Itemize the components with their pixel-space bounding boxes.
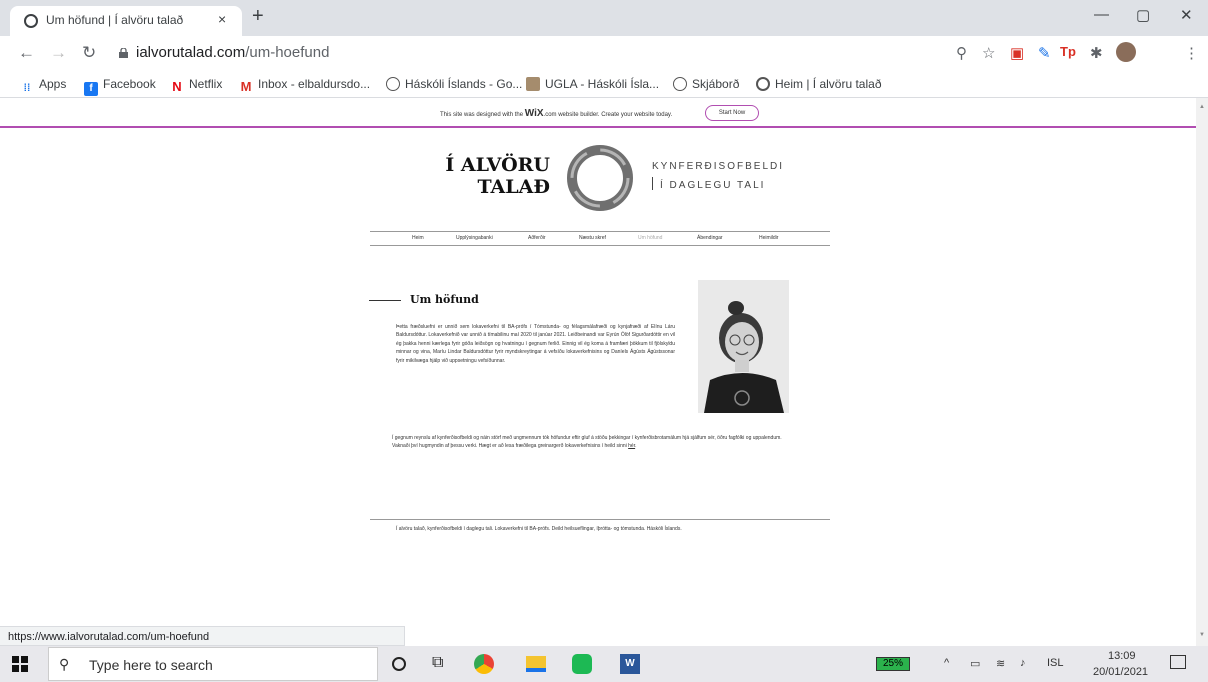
bookmark-haskoli[interactable]: Háskóli Íslands - Go...	[386, 77, 522, 91]
logo-ring-icon[interactable]	[565, 142, 635, 214]
footer-divider	[370, 519, 830, 520]
extension-record-icon[interactable]: ▣	[1010, 44, 1024, 62]
clock-time[interactable]: 13:09	[1108, 650, 1136, 662]
clock-date[interactable]: 20/01/2021	[1093, 666, 1148, 678]
volume-icon[interactable]: ♪	[1020, 657, 1026, 669]
globe-icon	[386, 77, 400, 91]
wix-banner-text: This site was designed with the WiX.com …	[440, 108, 673, 119]
zoom-icon[interactable]: ⚲	[956, 44, 967, 62]
bookmark-skjabord[interactable]: Skjáborð	[673, 77, 739, 91]
back-icon[interactable]: ←	[18, 43, 35, 63]
bookmark-heim[interactable]: Heim | Í alvöru talað	[756, 77, 882, 91]
author-photo	[698, 280, 789, 413]
logo-tagline: KYNFERÐISOFBELDI Í DAGLEGU TALI	[652, 161, 785, 191]
apps-grid-icon: ⁞⁞	[23, 83, 31, 94]
nav-item-um-hofund[interactable]: Um höfund	[638, 235, 662, 241]
nav-item-heimildir[interactable]: Heimildir	[759, 235, 778, 241]
word-icon[interactable]: W	[620, 654, 640, 674]
chrome-icon[interactable]	[474, 654, 494, 674]
site-logo-text[interactable]: Í ALVÖRU TALAÐ	[428, 154, 550, 198]
search-icon: ⚲	[59, 656, 70, 672]
profile-avatar[interactable]	[1116, 42, 1136, 62]
minimize-button[interactable]: —	[1094, 6, 1109, 23]
battery-indicator[interactable]: 25%	[876, 657, 910, 671]
url-domain: ialvorutalad.com	[136, 44, 246, 61]
page-viewport: This site was designed with the WiX.com …	[0, 98, 1196, 628]
notifications-icon[interactable]	[1170, 655, 1186, 669]
star-icon[interactable]: ☆	[982, 44, 995, 62]
wifi-icon[interactable]: ≋	[996, 657, 1005, 670]
tray-display-icon[interactable]: ▭	[970, 657, 980, 670]
tab-close-icon[interactable]: ×	[218, 11, 226, 27]
lock-icon[interactable]	[119, 48, 128, 58]
bookmark-inbox[interactable]: M Inbox - elbaldursdo...	[239, 77, 371, 94]
restore-button[interactable]: ▢	[1136, 6, 1150, 24]
windows-taskbar: ⚲ Type here to search ⧉ W 25% ^ ▭ ≋ ♪ IS…	[0, 646, 1208, 682]
about-paragraph: Þetta fræðsluefni er unnið sem lokaverke…	[396, 324, 675, 364]
status-url-bar: https://www.ialvorutalad.com/um-hoefund	[0, 626, 405, 646]
task-view-icon[interactable]: ⧉	[432, 654, 443, 672]
tab-strip: Um höfund | Í alvöru talað × + — ▢ ✕	[0, 0, 1208, 36]
bookmarks-bar: ⁞⁞ Apps f Facebook N Netflix M Inbox - elbal…	[0, 72, 1208, 98]
nav-item-abendingar[interactable]: Ábendingar	[697, 235, 723, 241]
greinargerd-link[interactable]: hér	[628, 443, 635, 449]
tagline-divider	[652, 177, 653, 190]
file-explorer-icon[interactable]	[526, 656, 546, 672]
address-bar[interactable]: ialvorutalad.com/um-hoefund	[136, 44, 329, 61]
extension-tp-icon[interactable]: Tp	[1060, 44, 1076, 59]
taskbar-search[interactable]: ⚲ Type here to search	[48, 647, 378, 681]
new-tab-button[interactable]: +	[252, 6, 264, 26]
site-icon	[756, 77, 770, 91]
facebook-icon: f	[84, 82, 98, 96]
background-paragraph: Í gegnum reynslu af kynferðisofbeldi og …	[392, 435, 782, 450]
netflix-icon: N	[172, 79, 182, 94]
footer-text: Í alvöru talað, kynferðisofbeldi í dagle…	[396, 526, 682, 532]
site-favicon-icon	[24, 14, 38, 28]
bookmark-facebook[interactable]: f Facebook	[84, 77, 156, 96]
wix-banner: This site was designed with the WiX.com …	[0, 98, 1196, 128]
browser-tab[interactable]: Um höfund | Í alvöru talað ×	[10, 6, 242, 36]
nav-item-adferdir[interactable]: Aðferðir	[528, 235, 546, 241]
cortana-icon[interactable]	[392, 657, 406, 671]
scroll-down-icon[interactable]: ▼	[1199, 632, 1205, 638]
tray-chevron-icon[interactable]: ^	[944, 657, 949, 669]
skjabord-icon	[673, 77, 687, 91]
forward-icon[interactable]: →	[50, 43, 67, 63]
tab-title: Um höfund | Í alvöru talað	[46, 13, 184, 27]
extensions-puzzle-icon[interactable]: ✱	[1090, 44, 1103, 62]
bookmark-ugla[interactable]: UGLA - Háskóli Ísla...	[526, 77, 659, 91]
bookmark-apps[interactable]: ⁞⁞ Apps	[20, 77, 67, 96]
section-line	[369, 300, 401, 301]
bookmark-netflix[interactable]: N Netflix	[170, 77, 222, 94]
section-title: Um höfund	[410, 293, 479, 306]
nav-item-naestu-skref[interactable]: Næstu skref	[579, 235, 606, 241]
search-placeholder: Type here to search	[89, 657, 213, 673]
windows-start-icon[interactable]	[12, 656, 28, 672]
menu-kebab-icon[interactable]: ⋮	[1184, 44, 1199, 62]
nav-item-upplysingabanki[interactable]: Upplýsingabanki	[456, 235, 493, 241]
scroll-up-icon[interactable]: ▲	[1199, 104, 1205, 110]
gmail-icon: M	[240, 79, 252, 94]
close-window-button[interactable]: ✕	[1180, 6, 1193, 24]
url-path: /um-hoefund	[245, 44, 330, 61]
site-nav: Heim Upplýsingabanki Aðferðir Næstu skre…	[370, 231, 830, 246]
scrollbar[interactable]	[1196, 98, 1208, 648]
extension-pen-icon[interactable]: ✎	[1038, 44, 1051, 62]
reload-icon[interactable]: ↻	[82, 43, 96, 63]
ugla-icon	[526, 77, 540, 91]
spotify-icon[interactable]	[572, 654, 592, 674]
nav-item-heim[interactable]: Heim	[412, 235, 424, 241]
language-indicator[interactable]: ISL	[1047, 657, 1064, 669]
browser-toolbar: ← → ↻ ialvorutalad.com/um-hoefund ⚲ ☆ ▣ …	[0, 36, 1208, 72]
start-now-button[interactable]: Start Now	[705, 105, 759, 121]
